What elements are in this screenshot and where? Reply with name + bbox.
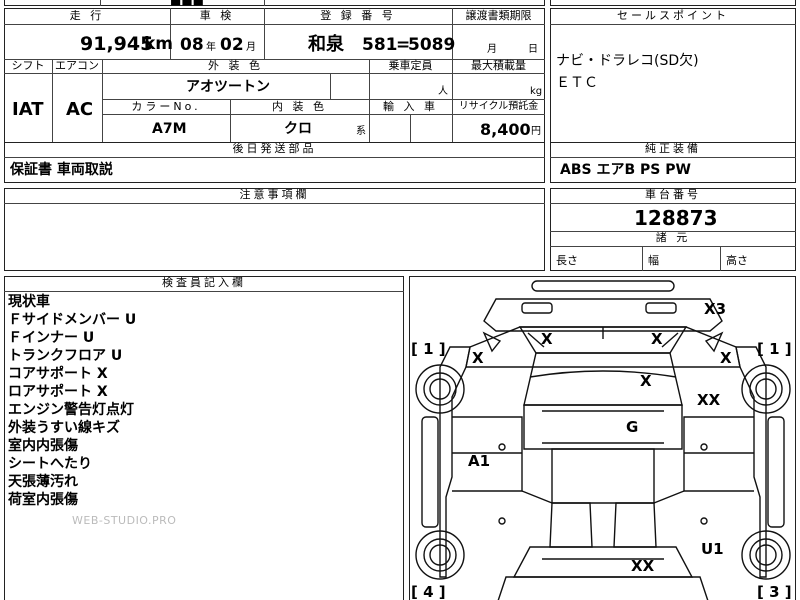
dimension-height-label: 高さ: [726, 254, 748, 267]
chassis-value: 128873: [634, 206, 718, 230]
shift-value: IAT: [12, 99, 44, 120]
inspector-line: 天張薄汚れ: [8, 474, 78, 490]
watermark: WEB-STUDIO.PRO: [72, 514, 177, 527]
aircon-header: エアコン: [55, 59, 99, 72]
standard-equipment-header: 純正装備: [645, 142, 701, 155]
inspector-line: トランクフロア U: [8, 348, 123, 364]
transfer-day-unit: 日: [528, 44, 538, 55]
standard-equipment-value: ABS エアB PS PW: [560, 162, 691, 178]
mileage-value: 91,945: [80, 33, 154, 55]
dimension-length-label: 長さ: [556, 254, 578, 267]
tire-bracket-right-top: [ 1 ]: [757, 340, 792, 358]
top-partial-row: [4, 0, 545, 6]
damage-mark-hood: X: [640, 372, 652, 390]
vehicle-info-table: [4, 8, 545, 143]
inspection-month-unit: 月: [246, 42, 256, 53]
registration-header: 登 録 番 号: [320, 9, 396, 22]
tire-bracket-right-bottom: [ 3 ]: [757, 583, 792, 600]
inspector-line: ロアサポート X: [8, 384, 108, 400]
inspector-line: エンジン警告灯点灯: [8, 402, 134, 418]
color-no-header: カラーNo.: [131, 100, 201, 113]
notes-header: 注意事項欄: [239, 188, 310, 201]
max-load-unit: kg: [530, 86, 543, 97]
damage-diagram-box: [409, 276, 796, 600]
inspection-month: 02: [220, 35, 244, 55]
damage-mark-right-xx: XX: [697, 391, 721, 409]
dimensions-header: 諸 元: [655, 231, 691, 244]
damage-mark-left-fender: X: [472, 349, 484, 367]
tire-bracket-left-bottom: [ 4 ]: [411, 583, 446, 600]
selling-point-line: ナビ・ドラレコ(SD欠): [556, 53, 699, 69]
registration-number: 5089: [408, 35, 456, 55]
inspector-line: 外装うすい線キズ: [8, 420, 120, 436]
top-partial-divider: [100, 0, 101, 6]
top-partial-fragment: ■■■: [170, 0, 205, 7]
damage-mark-rear-right: U1: [701, 540, 724, 558]
inspection-year-unit: 年: [206, 42, 216, 53]
color-no-value: A7M: [152, 121, 187, 137]
dimension-width-label: 幅: [648, 254, 659, 267]
inspector-line: Ｆサイドメンバー U: [8, 312, 137, 328]
inspector-line: 荷室内張傷: [8, 492, 78, 508]
transfer-month-unit: 月: [487, 44, 497, 55]
shift-header: シフト: [11, 59, 45, 72]
top-partial-row-right: [550, 0, 796, 6]
capacity-header: 乗車定員: [388, 59, 433, 72]
registration-class: 581: [362, 35, 398, 55]
damage-mark-roof: G: [626, 418, 639, 436]
recycle-header: リサイクル預託金: [458, 101, 539, 112]
inspector-line: 室内内張傷: [8, 438, 78, 454]
recycle-value: 8,400: [480, 120, 531, 139]
top-partial-divider-2: [264, 0, 265, 6]
damage-mark-right-fender: X: [720, 349, 732, 367]
damage-mark-front-right: X: [651, 330, 663, 348]
mileage-header: 走 行: [69, 9, 105, 22]
damage-mark-x3: X3: [704, 300, 727, 318]
inspector-line: シートへたり: [8, 456, 92, 472]
damage-mark-front-left: X: [541, 330, 553, 348]
inspection-year: 08: [180, 35, 204, 55]
later-parts-header: 後日発送部品: [232, 142, 317, 155]
registration-area: 和泉: [308, 34, 344, 55]
exterior-color-value: アオツートン: [186, 79, 270, 95]
inspector-line: Ｆインナー U: [8, 330, 95, 346]
later-parts-value: 保証書 車両取説: [10, 162, 113, 178]
inspector-line: コアサポート X: [8, 366, 108, 382]
transfer-deadline-header: 譲渡書類期限: [465, 9, 532, 22]
exterior-color-header: 外 装 色: [208, 59, 263, 72]
recycle-unit: 円: [531, 126, 541, 137]
selling-point-line: ＥＴＣ: [556, 75, 598, 91]
imported-header: 輸 入 車: [383, 100, 438, 113]
inspector-line: 現状車: [8, 294, 50, 310]
aircon-value: AC: [66, 99, 94, 120]
damage-mark-rear-xx: XX: [631, 557, 655, 575]
selling-points-header: セールスポイント: [617, 9, 729, 22]
car-diagram: [415, 280, 791, 600]
mileage-unit: km: [144, 34, 174, 54]
inspection-header: 車 検: [199, 9, 235, 22]
capacity-unit: 人: [438, 86, 448, 97]
tire-bracket-left-top: [ 1 ]: [411, 340, 446, 358]
interior-color-suffix: 系: [356, 126, 366, 137]
interior-color-header: 内 装 色: [272, 100, 327, 113]
damage-mark-left-door: A1: [468, 452, 491, 470]
interior-color-value: クロ: [284, 121, 312, 137]
inspector-header: 検査員記入欄: [162, 276, 246, 289]
chassis-header: 車台番号: [645, 188, 701, 201]
max-load-header: 最大積載量: [471, 59, 526, 72]
